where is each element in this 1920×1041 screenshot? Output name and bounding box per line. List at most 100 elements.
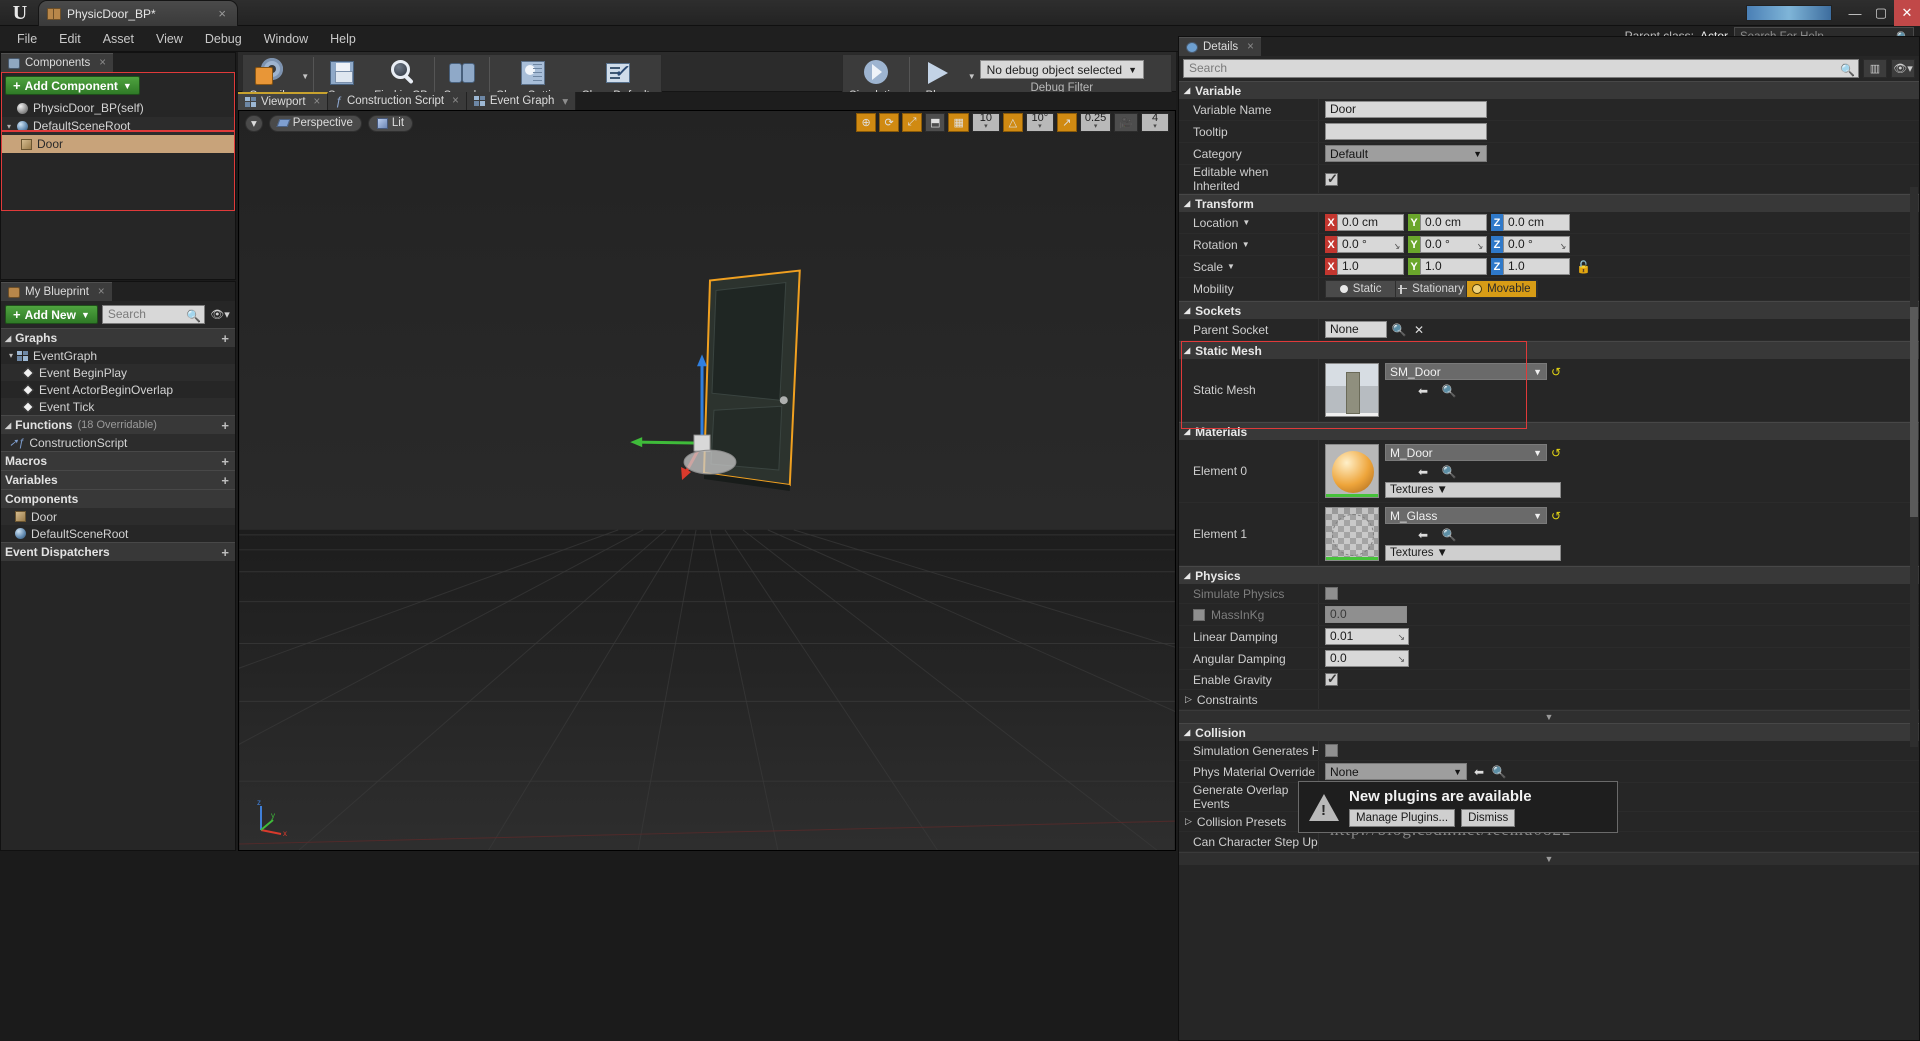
menu-item-file[interactable]: File [6, 28, 48, 50]
close-icon[interactable]: ▾ [562, 94, 568, 108]
grid-view-button[interactable]: ▥ [1863, 59, 1887, 78]
row-label[interactable]: Location ▼ [1179, 212, 1319, 233]
textures-button-element-1[interactable]: Textures ▼ [1385, 545, 1562, 561]
rotation-snap-toggle[interactable]: ⟳ [879, 113, 900, 132]
menu-item-debug[interactable]: Debug [194, 28, 253, 50]
location-z-input[interactable]: 0.0 cm [1503, 214, 1570, 231]
category-collision[interactable]: ◢ Collision [1179, 723, 1919, 741]
tab-construction-script[interactable]: ƒ Construction Script × [328, 92, 467, 110]
rotation-y[interactable]: Y 0.0 ° ↘ [1408, 236, 1487, 253]
add-macro-button[interactable]: + [221, 454, 231, 469]
section-event-dispatchers[interactable]: Event Dispatchers + [1, 542, 235, 561]
simulation-generates-hit-events-checkbox[interactable] [1325, 744, 1338, 757]
tab-my-blueprint[interactable]: My Blueprint × [1, 282, 112, 301]
use-selected-asset-icon[interactable]: ⬅ [1415, 527, 1431, 542]
add-function-button[interactable]: + [221, 418, 231, 433]
category-dropdown[interactable]: Default ▼ [1325, 145, 1487, 162]
viewport-menu-button[interactable]: ▾ [245, 114, 263, 132]
expander-icon[interactable]: ▾ [9, 351, 13, 360]
manage-plugins-button[interactable]: Manage Plugins... [1349, 808, 1456, 827]
use-selected-asset-icon[interactable]: ⬅ [1471, 764, 1487, 779]
close-icon[interactable]: × [215, 6, 229, 21]
scale-x-input[interactable]: 1.0 [1337, 258, 1404, 275]
graph-item-actorbeginoverlap[interactable]: Event ActorBeginOverlap [1, 381, 235, 398]
material-dropdown-element-0[interactable]: M_Door ▼ [1385, 444, 1547, 461]
massinkg-override-checkbox[interactable] [1193, 608, 1205, 621]
mb-component-door[interactable]: Door [1, 508, 235, 525]
rotation-y-input[interactable]: 0.0 ° ↘ [1420, 236, 1487, 253]
angle-snap-icon[interactable]: △ [1002, 113, 1023, 132]
browse-asset-icon[interactable]: 🔍 [1491, 764, 1507, 779]
reset-to-default-icon[interactable]: ↺ [1551, 509, 1561, 523]
scale-snap-icon[interactable]: ↗ [1056, 113, 1077, 132]
close-window-button[interactable]: ✕ [1894, 0, 1920, 26]
close-icon[interactable]: × [98, 286, 105, 298]
close-icon[interactable]: × [1247, 41, 1254, 53]
simulate-physics-checkbox[interactable] [1325, 587, 1338, 600]
location-y[interactable]: Y 0.0 cm [1408, 214, 1487, 231]
row-label[interactable]: Scale ▼ [1179, 256, 1319, 277]
scale-z[interactable]: Z 1.0 [1491, 258, 1570, 275]
view-mode-button[interactable]: Lit [367, 114, 414, 132]
category-sockets[interactable]: ◢ Sockets [1179, 301, 1919, 319]
variable-name-input[interactable]: Door [1325, 101, 1487, 118]
grid-snap-value[interactable]: 10 ▾ [971, 113, 1000, 132]
visibility-filter-button[interactable]: 👁▾ [209, 305, 231, 324]
details-search-input[interactable]: Search 🔍 [1183, 59, 1859, 78]
section-graphs[interactable]: ◢ Graphs + [1, 328, 235, 347]
compile-options-caret[interactable]: ▼ [297, 72, 313, 81]
clear-socket-icon[interactable]: ✕ [1411, 322, 1427, 337]
static-mesh-thumbnail[interactable] [1325, 363, 1379, 417]
category-static-mesh[interactable]: ◢ Static Mesh [1179, 341, 1919, 359]
browse-asset-icon[interactable]: 🔍 [1441, 383, 1457, 398]
camera-mode-button[interactable]: Perspective [268, 114, 362, 132]
rotation-x[interactable]: X 0.0 ° ↘ [1325, 236, 1404, 253]
category-transform[interactable]: ◢ Transform [1179, 194, 1919, 212]
textures-button-element-0[interactable]: Textures ▼ [1385, 482, 1562, 498]
category-variable[interactable]: ◢ Variable [1179, 81, 1919, 99]
rotation-z[interactable]: Z 0.0 ° ↘ [1491, 236, 1570, 253]
view-options-button[interactable]: 👁▾ [1891, 59, 1915, 78]
close-icon[interactable]: × [452, 95, 459, 107]
row-label[interactable]: Rotation ▼ [1179, 234, 1319, 255]
rotation-z-input[interactable]: 0.0 ° ↘ [1503, 236, 1570, 253]
add-event-dispatcher-button[interactable]: + [221, 545, 231, 560]
menu-item-help[interactable]: Help [319, 28, 367, 50]
material-thumbnail-element-0[interactable] [1325, 444, 1379, 498]
parent-socket-input[interactable]: None [1325, 321, 1387, 338]
camera-speed-value[interactable]: 4 ▾ [1141, 113, 1169, 132]
linear-damping-input[interactable]: 0.01 ↘ [1325, 628, 1409, 645]
mobility-stationary[interactable]: Stationary [1396, 281, 1467, 297]
tooltip-input[interactable] [1325, 123, 1487, 140]
category-materials[interactable]: ◢ Materials [1179, 422, 1919, 440]
location-y-input[interactable]: 0.0 cm [1420, 214, 1487, 231]
details-scrollbar[interactable] [1910, 187, 1918, 747]
mobility-static[interactable]: Static [1326, 281, 1397, 297]
phys-material-override-dropdown[interactable]: None ▼ [1325, 763, 1467, 780]
browse-asset-icon[interactable]: 🔍 [1441, 527, 1457, 542]
play-options-caret[interactable]: ▼ [964, 72, 980, 81]
viewport[interactable]: ▾ Perspective Lit ⊕ ⟳ ⤢ ⬒ ▦ 10 ▾ △ 10° ▾ ↗… [238, 110, 1176, 851]
menu-item-window[interactable]: Window [253, 28, 319, 50]
section-components[interactable]: Components [1, 489, 235, 508]
angular-damping-input[interactable]: 0.0 ↘ [1325, 650, 1409, 667]
reset-to-default-icon[interactable]: ↺ [1551, 446, 1561, 460]
scale-y[interactable]: Y 1.0 [1408, 258, 1487, 275]
menu-item-edit[interactable]: Edit [48, 28, 92, 50]
use-selected-asset-icon[interactable]: ⬅ [1415, 383, 1431, 398]
rotation-x-input[interactable]: 0.0 ° ↘ [1337, 236, 1404, 253]
menu-item-view[interactable]: View [145, 28, 194, 50]
browse-asset-icon[interactable]: 🔍 [1441, 464, 1457, 479]
reset-to-default-icon[interactable]: ↺ [1551, 365, 1561, 379]
add-new-button[interactable]: + Add New ▼ [5, 305, 98, 324]
mobility-movable[interactable]: Movable [1466, 281, 1537, 297]
rotation-snap-value[interactable]: 10° ▾ [1025, 113, 1054, 132]
debug-object-dropdown[interactable]: No debug object selected ▼ [979, 60, 1144, 79]
close-icon[interactable]: × [314, 96, 321, 108]
lock-ratio-icon[interactable]: 🔓 [1576, 260, 1591, 274]
minimize-button[interactable]: — [1842, 0, 1868, 26]
scale-z-input[interactable]: 1.0 [1503, 258, 1570, 275]
dismiss-button[interactable]: Dismiss [1461, 808, 1516, 827]
tab-components[interactable]: Components × [1, 53, 113, 72]
row-constraints[interactable]: ▷ Constraints [1179, 690, 1919, 710]
